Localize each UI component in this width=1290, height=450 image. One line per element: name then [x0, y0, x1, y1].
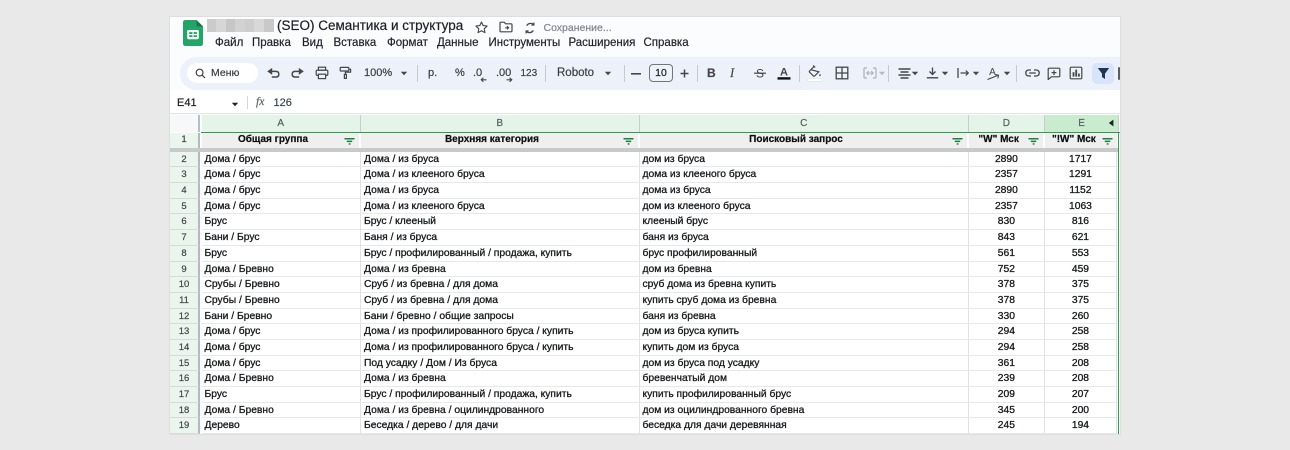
svg-text:A: A — [780, 67, 788, 79]
